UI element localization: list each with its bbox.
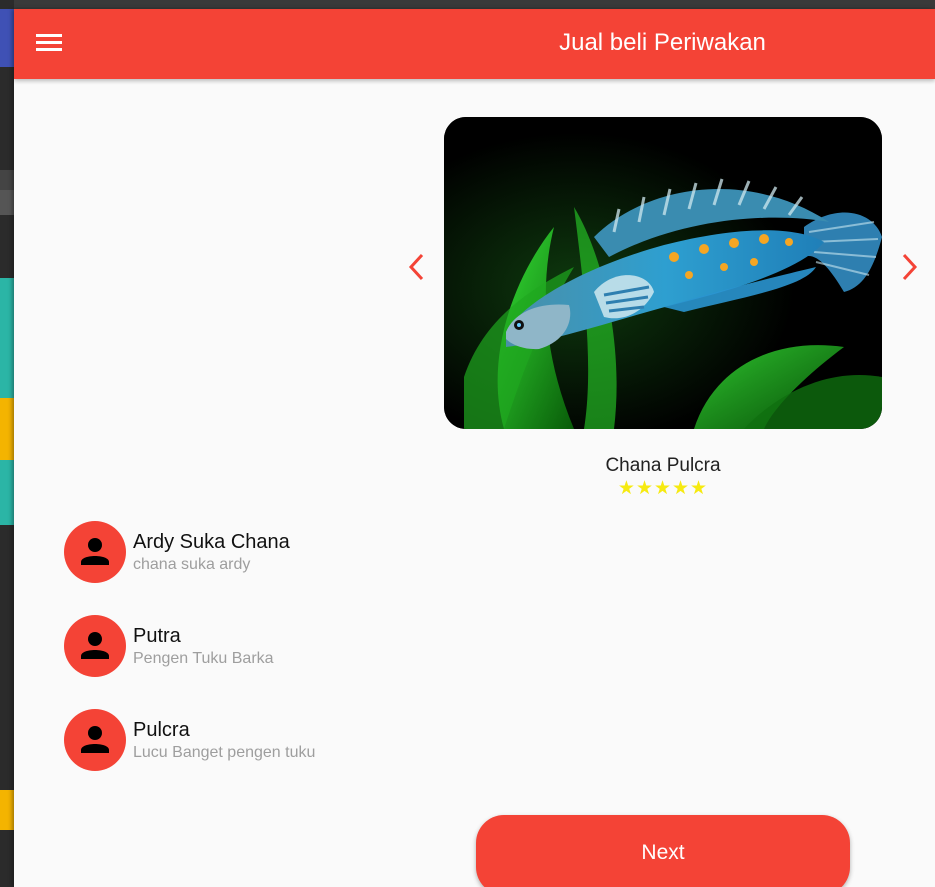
comment-text: chana suka ardy — [133, 556, 251, 573]
avatar — [64, 615, 126, 677]
chevron-left-icon[interactable] — [406, 252, 430, 282]
person-icon — [81, 726, 109, 753]
person-icon — [81, 632, 109, 659]
comment-name: Putra — [133, 625, 181, 647]
comment-item[interactable]: Pulcra Lucu Banget pengen tuku — [64, 709, 424, 773]
comment-name: Ardy Suka Chana — [133, 531, 290, 553]
fish-name: Chana Pulcra — [605, 455, 721, 476]
person-icon — [81, 538, 109, 565]
comment-text: Pengen Tuku Barka — [133, 650, 274, 667]
menu-icon[interactable] — [36, 31, 62, 57]
comment-text: Lucu Banget pengen tuku — [133, 744, 316, 761]
avatar — [64, 709, 126, 771]
avatar — [64, 521, 126, 583]
comment-name: Pulcra — [133, 719, 190, 741]
star-rating: ★★★★★ — [617, 478, 709, 499]
window-top-bar — [0, 0, 935, 9]
fish-image[interactable] — [444, 117, 882, 429]
app-bar: Jual beli Periwakan — [14, 9, 935, 79]
chevron-right-icon[interactable] — [898, 252, 922, 282]
comment-item[interactable]: Putra Pengen Tuku Barka — [64, 615, 424, 679]
next-button[interactable]: Next — [476, 815, 850, 887]
page-title: Jual beli Periwakan — [559, 29, 766, 56]
app-window: Jual beli Periwakan Chana Pulcra ★★★★★ A… — [14, 9, 935, 887]
comment-item[interactable]: Ardy Suka Chana chana suka ardy — [64, 521, 424, 585]
background-window — [0, 0, 14, 887]
